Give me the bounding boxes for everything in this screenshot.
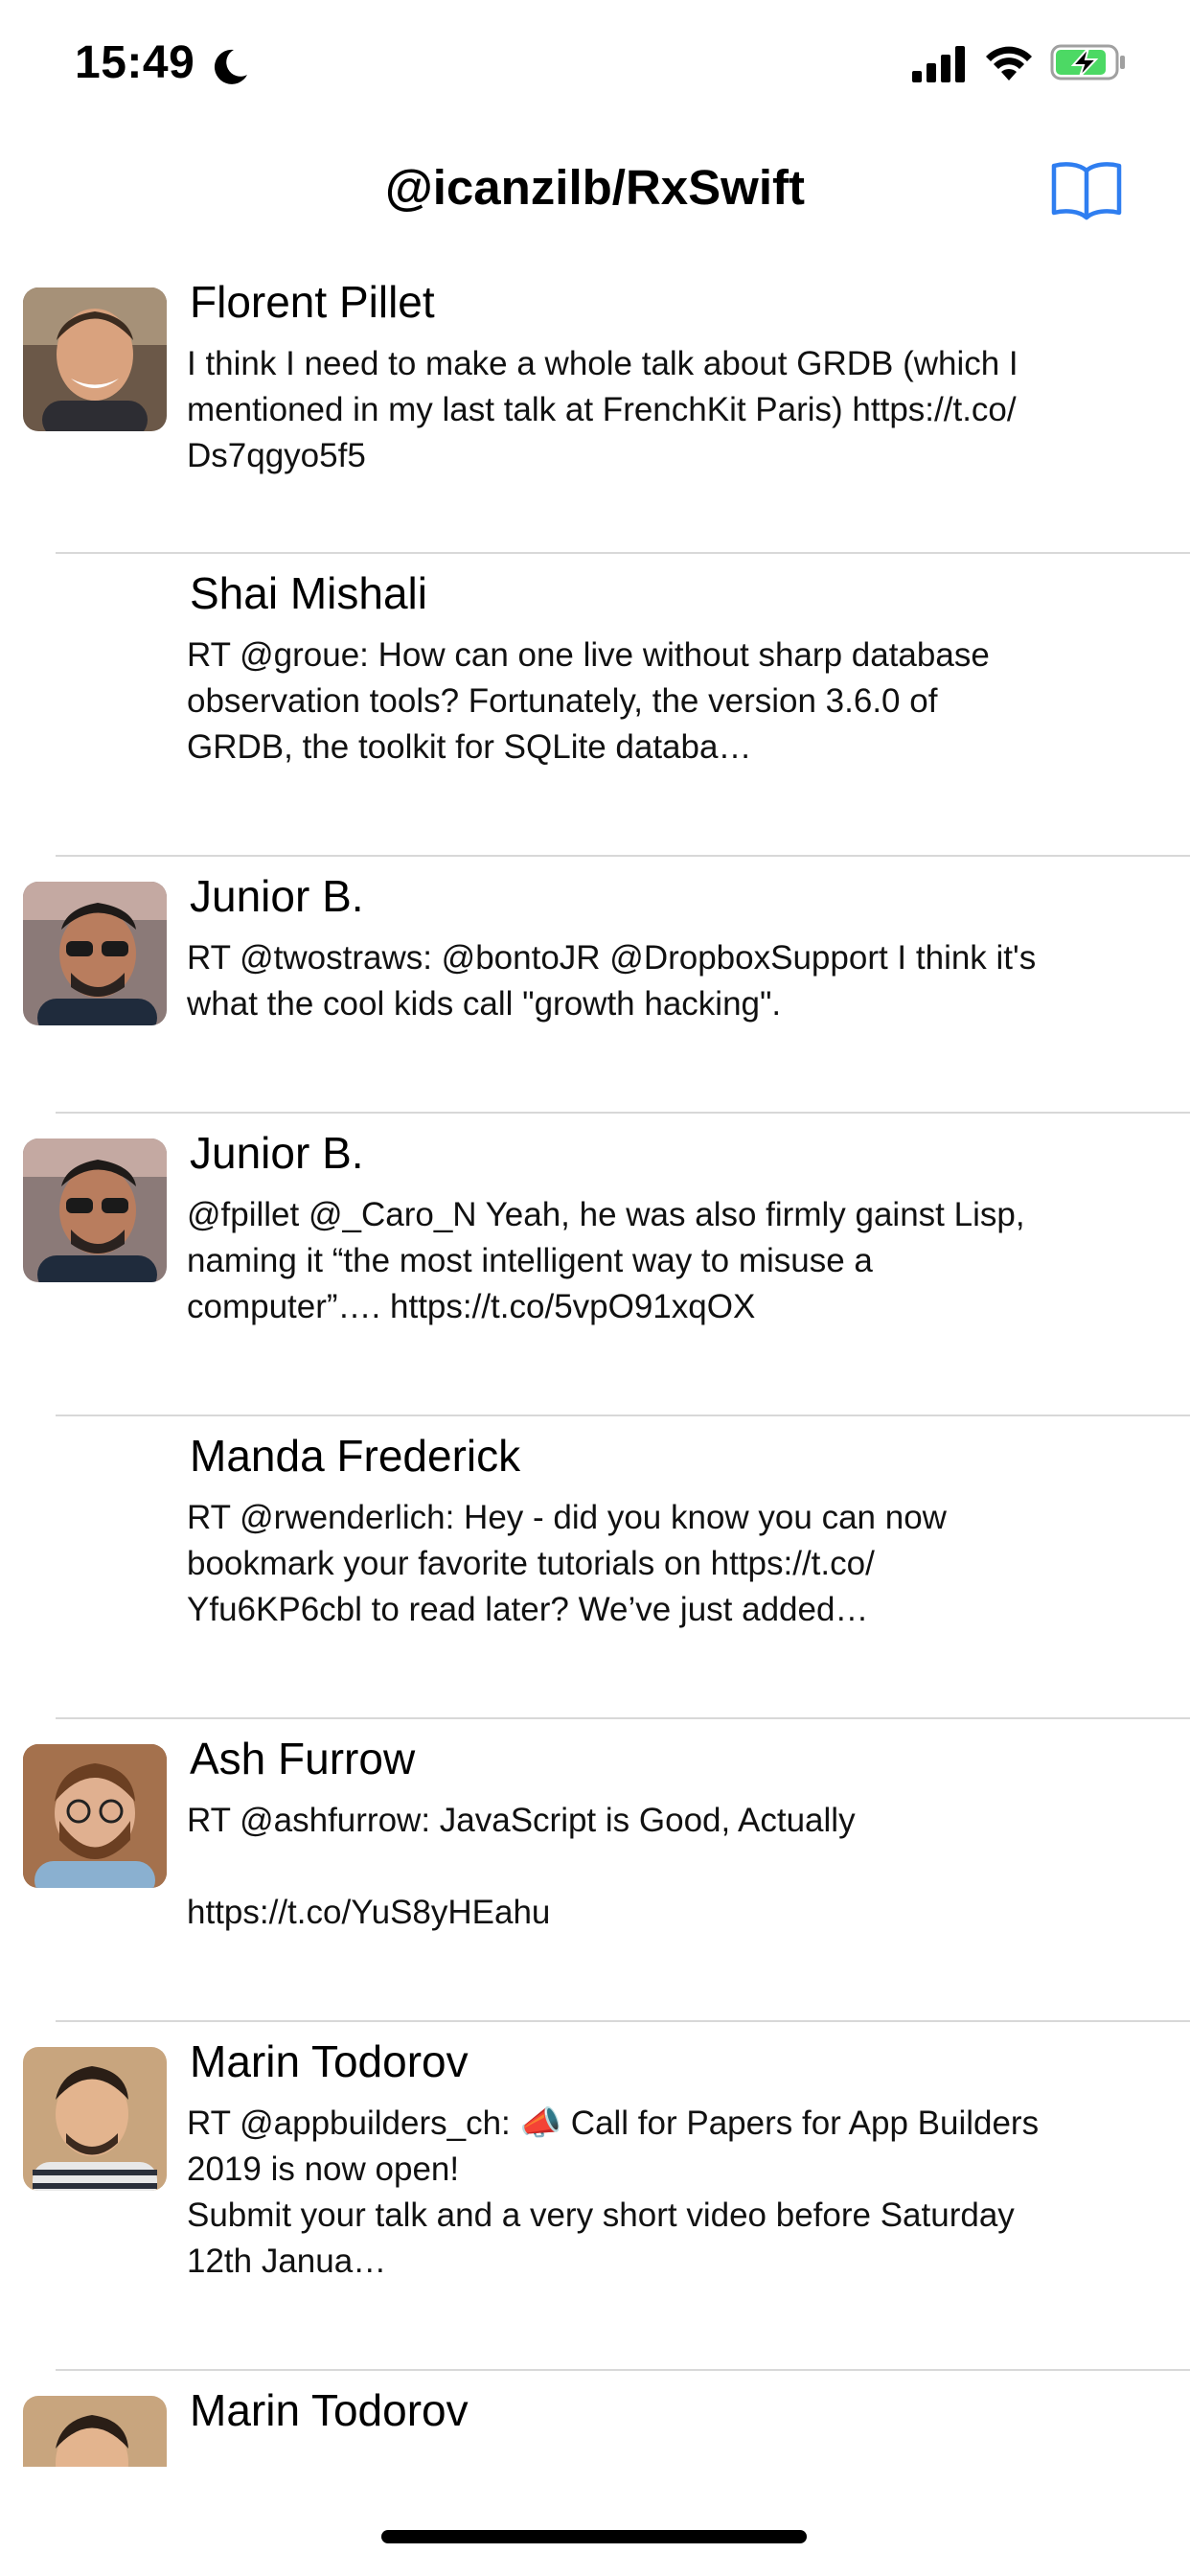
tweet-text: RT @appbuilders_ch: 📣 Call for Papers fo…: [187, 2104, 1040, 2280]
tweet-text: RT @ashfurrow: JavaScript is Good, Actua…: [187, 1802, 856, 1931]
wifi-icon: [986, 46, 1032, 80]
avatar: [23, 882, 167, 1025]
tweet-row[interactable]: Marin Todorov RT @appbuilders_ch: 📣 Call…: [0, 2022, 1190, 2371]
tweet-list[interactable]: Florent Pillet I think I need to make a …: [0, 263, 1190, 2467]
tweet-author-name: Marin Todorov: [190, 2036, 469, 2086]
avatar: [23, 1138, 167, 1282]
avatar: [23, 1744, 167, 1888]
app-screen: 15:49 @icanzilb/RxSwift Florent Pillet I…: [0, 0, 1190, 2576]
tweet-author-name: Florent Pillet: [190, 277, 435, 327]
tweet-author-name: Shai Mishali: [190, 568, 427, 618]
tweet-text: RT @groue: How can one live without shar…: [187, 636, 990, 766]
avatar: [23, 2396, 167, 2467]
status-time: 15:49: [75, 37, 195, 88]
status-bar: 15:49: [0, 0, 1190, 126]
tweet-author-name: Manda Frederick: [190, 1431, 521, 1481]
tweet-author-name: Junior B.: [190, 1128, 364, 1178]
tweet-row[interactable]: Ash Furrow RT @ashfurrow: JavaScript is …: [0, 1719, 1190, 2022]
tweet-text: @fpillet @_Caro_N Yeah, he was also firm…: [187, 1196, 1025, 1325]
tweet-row[interactable]: Junior B. @fpillet @_Caro_N Yeah, he was…: [0, 1114, 1190, 1416]
tweet-text: I think I need to make a whole talk abou…: [187, 345, 1018, 474]
moon-icon: [214, 49, 247, 84]
page-title: @icanzilb/RxSwift: [385, 160, 805, 215]
tweet-text: RT @twostraws: @bontoJR @DropboxSupport …: [187, 939, 1037, 1023]
tweet-author-name: Junior B.: [190, 871, 364, 921]
cellular-signal-icon: [912, 46, 965, 82]
tweet-row[interactable]: Shai Mishali RT @groue: How can one live…: [0, 554, 1190, 857]
tweet-text: RT @rwenderlich: Hey - did you know you …: [187, 1499, 947, 1628]
avatar: [23, 288, 167, 431]
tweet-row[interactable]: Junior B. RT @twostraws: @bontoJR @Dropb…: [0, 857, 1190, 1114]
tweet-row[interactable]: Marin Todorov: [0, 2371, 1190, 2467]
book-icon[interactable]: [1050, 159, 1123, 220]
tweet-author-name: Ash Furrow: [190, 1734, 416, 1783]
home-indicator[interactable]: [381, 2530, 807, 2543]
tweet-author-name: Marin Todorov: [190, 2385, 469, 2435]
battery-charging-icon: [1050, 44, 1125, 80]
tweet-row[interactable]: Manda Frederick RT @rwenderlich: Hey - d…: [0, 1416, 1190, 1719]
avatar: [23, 2047, 167, 2191]
navigation-bar: @icanzilb/RxSwift: [0, 144, 1190, 240]
tweet-row[interactable]: Florent Pillet I think I need to make a …: [0, 263, 1190, 554]
